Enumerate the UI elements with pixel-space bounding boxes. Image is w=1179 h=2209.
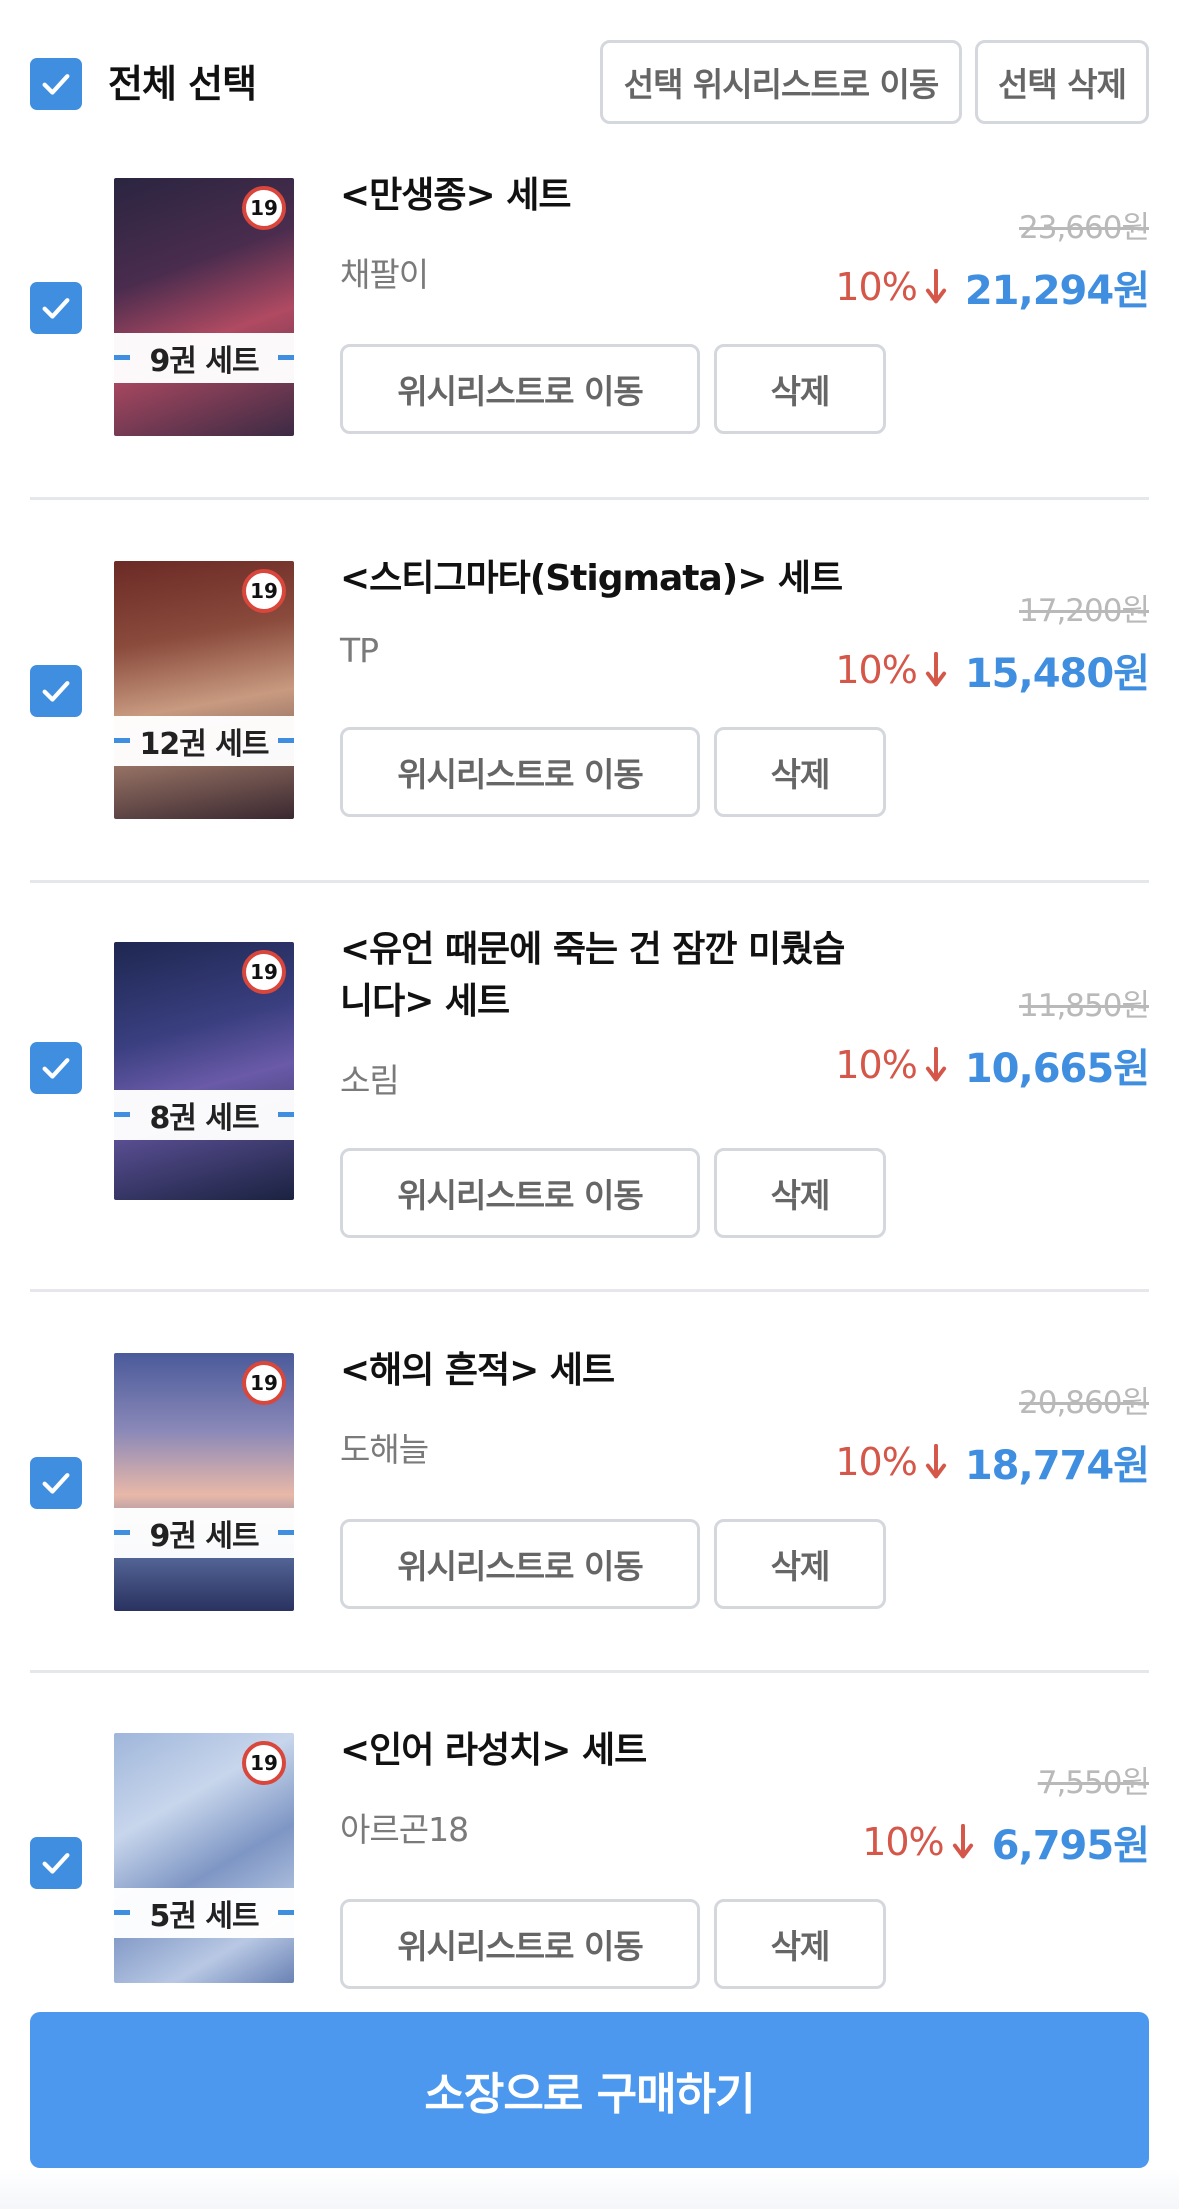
sale-price: 10,665원 (964, 1046, 1150, 1092)
price-row: 10% 21,294원 (835, 258, 1150, 316)
set-count-label: 12권 세트 (114, 716, 294, 766)
original-price: 23,660원 (1019, 210, 1150, 246)
cart-item: 19 8권 세트 <유언 때문에 죽는 건 잠깐 미뤘습 니다> 세트 소림 1… (0, 922, 1179, 1282)
sale-price: 21,294원 (964, 268, 1150, 314)
divider (30, 1670, 1149, 1673)
discount-rate: 10% (835, 265, 917, 309)
sale-price: 6,795원 (991, 1823, 1150, 1869)
arrow-down-icon (925, 652, 946, 687)
item-title[interactable]: <만생종> 세트 (340, 170, 860, 222)
set-count-label: 8권 세트 (114, 1090, 294, 1140)
divider (30, 880, 1149, 883)
check-icon (42, 74, 70, 95)
cart-item: 19 5권 세트 <인어 라성치> 세트 아르곤18 7,550원 10% 6,… (0, 1725, 1179, 2015)
item-checkbox[interactable] (30, 1837, 82, 1889)
set-count-label: 9권 세트 (114, 333, 294, 383)
select-all-label[interactable]: 전체 선택 (108, 56, 257, 112)
book-cover[interactable]: 19 5권 세트 (114, 1733, 294, 1983)
delete-button[interactable]: 삭제 (714, 1899, 886, 1989)
discount-rate: 10% (862, 1820, 944, 1864)
item-title[interactable]: <스티그마타(Stigmata)> 세트 (340, 553, 860, 605)
move-to-wishlist-button[interactable]: 위시리스트로 이동 (340, 344, 700, 434)
original-price: 17,200원 (1019, 593, 1150, 629)
cart-header: 전체 선택 선택 위시리스트로 이동 선택 삭제 (0, 0, 1179, 170)
cart-item: 19 9권 세트 <해의 흔적> 세트 도해늘 20,860원 10% 18,7… (0, 1345, 1179, 1675)
check-icon (42, 681, 70, 702)
discount-rate: 10% (835, 1440, 917, 1484)
purchase-button[interactable]: 소장으로 구매하기 (30, 2012, 1149, 2168)
move-to-wishlist-button[interactable]: 위시리스트로 이동 (340, 1899, 700, 1989)
sale-price: 15,480원 (964, 651, 1150, 697)
item-author: 아르곤18 (340, 1810, 469, 1849)
original-price: 7,550원 (1037, 1765, 1150, 1801)
price-row: 10% 6,795원 (862, 1813, 1150, 1871)
arrow-down-icon (952, 1824, 973, 1859)
age-rating-badge: 19 (242, 1361, 286, 1405)
divider (30, 1289, 1149, 1292)
discount-rate: 10% (835, 1043, 917, 1087)
book-cover[interactable]: 19 9권 세트 (114, 178, 294, 436)
item-checkbox[interactable] (30, 1042, 82, 1094)
item-title-line: 니다> 세트 (340, 981, 510, 1022)
price-row: 10% 18,774원 (835, 1433, 1150, 1491)
book-cover[interactable]: 19 8권 세트 (114, 942, 294, 1200)
original-price: 11,850원 (1019, 988, 1150, 1024)
delete-button[interactable]: 삭제 (714, 727, 886, 817)
item-title[interactable]: <인어 라성치> 세트 (340, 1725, 860, 1777)
sale-price: 18,774원 (964, 1443, 1150, 1489)
item-title[interactable]: <해의 흔적> 세트 (340, 1345, 860, 1397)
move-to-wishlist-button[interactable]: 위시리스트로 이동 (340, 1519, 700, 1609)
cart-item: 19 9권 세트 <만생종> 세트 채팔이 23,660원 10% 21,294… (0, 170, 1179, 500)
move-to-wishlist-button[interactable]: 위시리스트로 이동 (340, 1148, 700, 1238)
divider (30, 497, 1149, 500)
original-price: 20,860원 (1019, 1385, 1150, 1421)
age-rating-badge: 19 (242, 1741, 286, 1785)
arrow-down-icon (925, 269, 946, 304)
item-title-line: <유언 때문에 죽는 건 잠깐 미뤘습 (340, 929, 845, 970)
check-icon (42, 1058, 70, 1079)
bottom-safe-area (0, 2168, 1179, 2209)
item-checkbox[interactable] (30, 282, 82, 334)
item-author: TP (340, 631, 379, 670)
move-to-wishlist-button[interactable]: 위시리스트로 이동 (340, 727, 700, 817)
set-count-label: 5권 세트 (114, 1888, 294, 1938)
arrow-down-icon (925, 1444, 946, 1479)
discount-rate: 10% (835, 648, 917, 692)
check-icon (42, 1473, 70, 1494)
check-icon (42, 1853, 70, 1874)
arrow-down-icon (925, 1047, 946, 1082)
delete-button[interactable]: 삭제 (714, 344, 886, 434)
move-selected-to-wishlist-button[interactable]: 선택 위시리스트로 이동 (600, 40, 962, 124)
item-author: 소림 (340, 1061, 400, 1100)
select-all-checkbox[interactable] (30, 58, 82, 110)
item-title[interactable]: <유언 때문에 죽는 건 잠깐 미뤘습 니다> 세트 (340, 924, 860, 1028)
item-author: 채팔이 (340, 255, 429, 294)
book-cover[interactable]: 19 9권 세트 (114, 1353, 294, 1611)
set-count-label: 9권 세트 (114, 1508, 294, 1558)
age-rating-badge: 19 (242, 186, 286, 230)
item-checkbox[interactable] (30, 1457, 82, 1509)
delete-selected-button[interactable]: 선택 삭제 (975, 40, 1149, 124)
item-checkbox[interactable] (30, 665, 82, 717)
age-rating-badge: 19 (242, 950, 286, 994)
delete-button[interactable]: 삭제 (714, 1148, 886, 1238)
book-cover[interactable]: 19 12권 세트 (114, 561, 294, 819)
delete-button[interactable]: 삭제 (714, 1519, 886, 1609)
cart-item: 19 12권 세트 <스티그마타(Stigmata)> 세트 TP 17,200… (0, 553, 1179, 883)
age-rating-badge: 19 (242, 569, 286, 613)
check-icon (42, 298, 70, 319)
price-row: 10% 10,665원 (835, 1036, 1150, 1094)
price-row: 10% 15,480원 (835, 641, 1150, 699)
item-author: 도해늘 (340, 1430, 429, 1469)
